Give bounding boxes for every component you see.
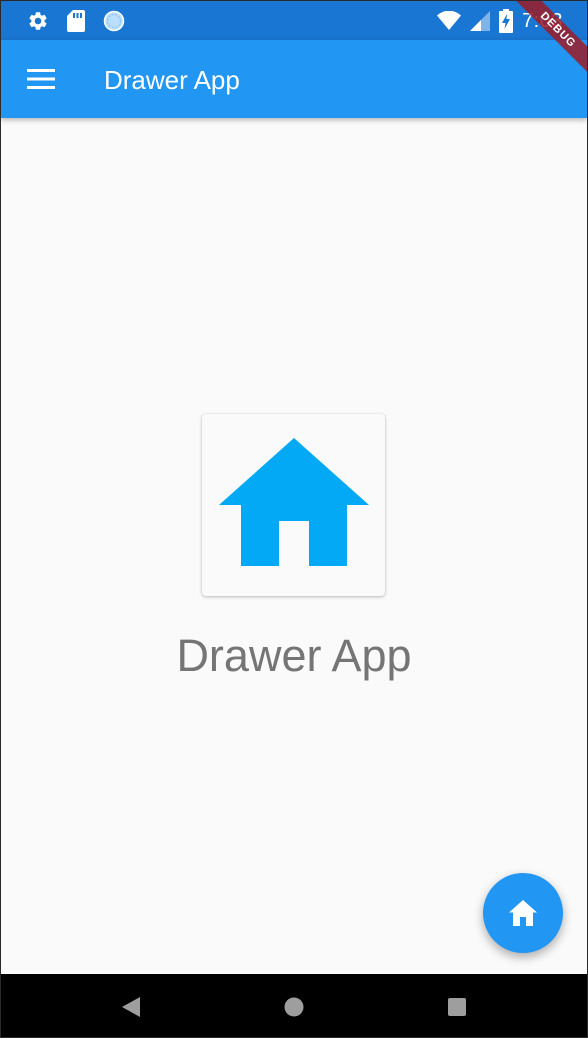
nav-home-button[interactable]: [282, 995, 306, 1019]
system-nav-bar: [1, 974, 587, 1037]
app-bar: Drawer App: [1, 40, 587, 118]
home-icon: [509, 900, 537, 926]
home-circle-icon: [284, 997, 304, 1017]
settings-icon: [27, 10, 49, 32]
nav-back-button[interactable]: [119, 995, 143, 1019]
status-bar: 7:03: [1, 1, 587, 40]
home-fab-button[interactable]: [483, 873, 563, 953]
app-bar-title: Drawer App: [104, 65, 240, 95]
wifi-icon: [437, 10, 462, 31]
menu-icon: [27, 69, 55, 89]
nav-recents-button[interactable]: [445, 995, 469, 1019]
sync-circle-icon: [103, 10, 125, 32]
app-screen: 7:03 DEBUG Drawer App Drawer App: [0, 0, 588, 1038]
menu-button[interactable]: [17, 55, 65, 103]
main-content: Drawer App: [1, 118, 587, 974]
logo-card: [202, 414, 385, 596]
battery-charging-icon: [499, 9, 514, 33]
recents-icon: [448, 998, 466, 1016]
cell-signal-icon: [470, 11, 491, 31]
back-icon: [122, 997, 140, 1017]
body-title: Drawer App: [176, 630, 412, 681]
sd-card-icon: [67, 10, 85, 32]
status-left-icons: [27, 10, 125, 32]
